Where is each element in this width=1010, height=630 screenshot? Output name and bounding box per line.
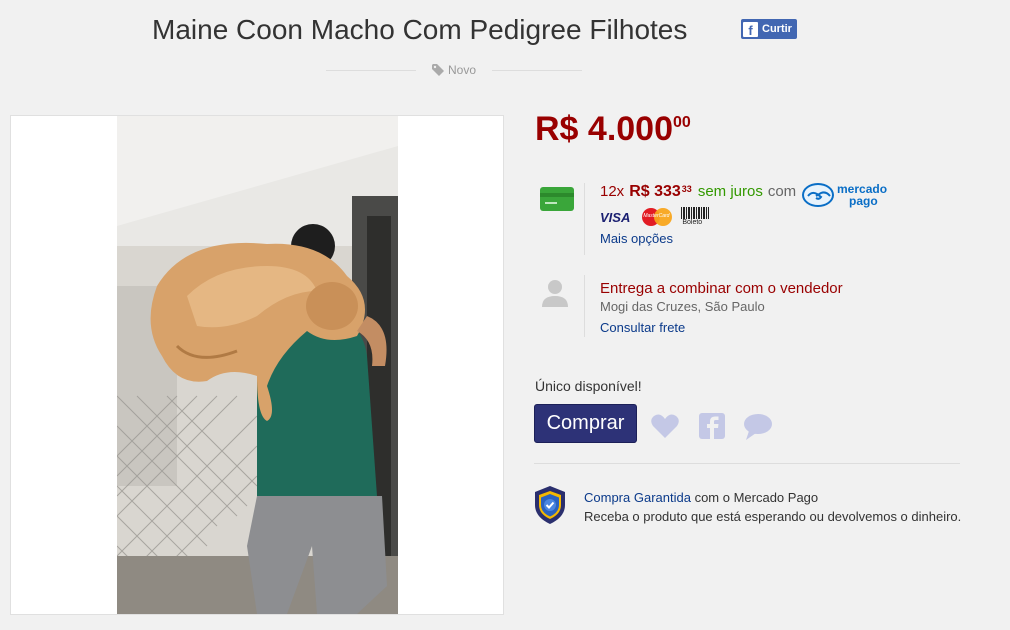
boleto-logo: Boleto	[680, 207, 710, 227]
guarantee-text: Compra Garantida com o Mercado Pago Rece…	[584, 488, 961, 526]
facebook-f-icon: f	[743, 21, 758, 37]
visa-logo: VISA	[600, 209, 631, 225]
installment-amount: R$ 33333	[629, 183, 692, 201]
chat-bubble-icon[interactable]	[743, 411, 773, 441]
product-photo[interactable]	[117, 116, 398, 614]
buy-button[interactable]: Comprar	[534, 404, 637, 443]
title-row: Maine Coon Macho Com Pedigree Filhotes f…	[0, 12, 1010, 52]
with-label: com	[767, 183, 797, 200]
handshake-icon	[802, 183, 834, 207]
installment-cents: 33	[681, 184, 692, 194]
boleto-label: Boleto	[682, 219, 703, 226]
installment-count: 12x	[600, 183, 625, 200]
price-integer: 4.000	[587, 110, 674, 148]
product-photo-illustration	[117, 116, 398, 614]
seller-location: Mogi das Cruzes, São Paulo	[600, 299, 765, 314]
divider-right	[492, 70, 582, 71]
facebook-icon[interactable]	[697, 411, 727, 441]
product-title: Maine Coon Macho Com Pedigree Filhotes	[152, 14, 688, 45]
installment-integer: 333	[654, 183, 681, 200]
facebook-like-button[interactable]: f Curtir	[741, 19, 797, 39]
stock-label: Único disponível!	[535, 378, 642, 394]
barcode-icon	[681, 207, 710, 219]
payment-divider	[584, 183, 585, 255]
mercado-pago-word-2: pago	[849, 194, 878, 208]
facebook-like-label: Curtir	[762, 23, 792, 35]
installment-currency: R$	[629, 183, 650, 200]
mercado-pago-logo: mercado pago	[801, 182, 891, 210]
product-price: R$ 4.00000	[535, 110, 691, 149]
purchase-guarantee-link[interactable]: Compra Garantida	[584, 490, 691, 505]
person-icon	[542, 280, 568, 307]
delivery-title: Entrega a combinar com o vendedor	[600, 280, 843, 297]
guarantee-description: Receba o produto que está esperando ou d…	[584, 509, 962, 524]
shield-check-icon	[535, 486, 565, 524]
payment-methods: VISA MasterCard Boleto	[600, 207, 710, 227]
section-divider	[534, 463, 960, 464]
guarantee-suffix: com o Mercado Pago	[690, 490, 819, 505]
condition-label: Novo	[448, 63, 477, 77]
more-payment-options-link[interactable]: Mais opções	[600, 231, 673, 246]
mastercard-logo: MasterCard	[642, 208, 673, 226]
heart-icon[interactable]	[650, 411, 680, 441]
mastercard-label: MasterCard	[643, 213, 670, 219]
credit-card-icon	[540, 187, 574, 211]
shipping-quote-link[interactable]: Consultar frete	[600, 320, 685, 335]
installments-info: 12x R$ 33333 sem juros com	[600, 183, 796, 201]
no-interest-label: sem juros	[697, 183, 763, 200]
price-currency: R$	[535, 110, 579, 148]
divider-left	[326, 70, 416, 71]
price-cents: 00	[673, 114, 691, 131]
condition-row: Novo	[326, 62, 584, 80]
condition-badge: Novo	[432, 63, 476, 77]
delivery-divider	[584, 275, 585, 337]
product-gallery[interactable]	[10, 115, 504, 615]
tag-icon	[432, 64, 444, 76]
